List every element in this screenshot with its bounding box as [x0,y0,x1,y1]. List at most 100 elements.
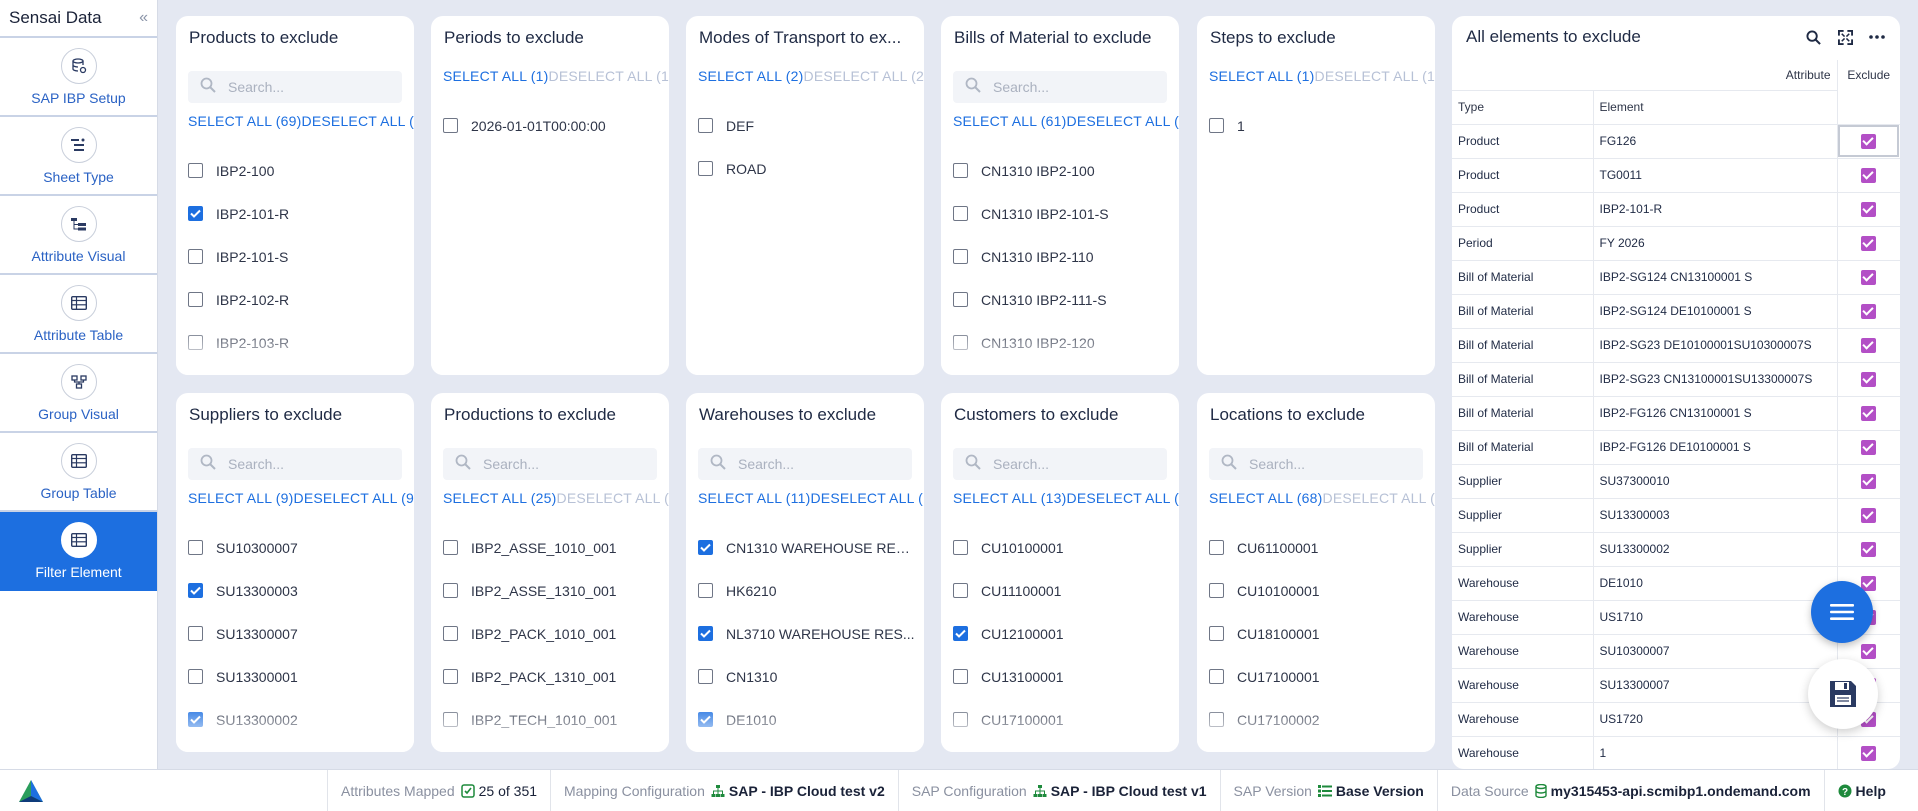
type-column-header[interactable]: Type [1452,90,1594,125]
sidebar-item-sheet-type[interactable]: Sheet Type [0,117,157,196]
checkbox[interactable] [188,712,203,727]
select-all-button[interactable]: SELECT ALL (2) [698,68,804,84]
checkbox[interactable] [953,669,968,684]
list-item[interactable]: SU13300001 [188,655,406,698]
checkbox[interactable] [698,161,713,176]
exclude-checkbox[interactable] [1861,167,1877,183]
checkbox[interactable] [698,669,713,684]
exclude-cell[interactable] [1837,396,1900,431]
fullscreen-icon[interactable] [1836,28,1854,46]
table-row[interactable]: Supplier SU37300010 [1452,464,1900,499]
list-item[interactable]: IBP2-110 [188,364,406,375]
sidebar-item-sap-ibp-setup[interactable]: SAP IBP Setup [0,38,157,117]
list-item[interactable]: CN1310 IBP2-100 [953,149,1171,192]
list-item[interactable]: CU17100002 [953,741,1171,752]
list-item[interactable]: CU12100001 [1209,741,1427,752]
checkbox[interactable] [188,335,203,350]
table-row[interactable]: Bill of Material IBP2-SG23 DE10100001SU10… [1452,328,1900,363]
list-item[interactable]: CN1310 WAREHOUSE RES... [698,526,916,569]
list-item[interactable]: CU18100001 [1209,612,1427,655]
checkbox[interactable] [953,249,968,264]
select-all-button[interactable]: SELECT ALL (13) [953,490,1067,506]
deselect-all-button[interactable]: DESELECT ALL (2) [804,68,924,84]
list-item[interactable]: 1 [1209,104,1427,147]
checkbox[interactable] [953,292,968,307]
checkbox[interactable] [1209,712,1224,727]
sidebar-item-filter-element[interactable]: Filter Element [0,512,157,591]
exclude-cell[interactable] [1837,498,1900,533]
checkbox[interactable] [953,540,968,555]
list-item[interactable]: IBP2-101-S [188,235,406,278]
mapping-configuration[interactable]: Mapping Configuration SAP - IBP Cloud te… [550,769,898,811]
checkbox[interactable] [1209,583,1224,598]
exclude-checkbox[interactable] [1861,201,1877,217]
exclude-checkbox[interactable] [1861,405,1877,421]
list-item[interactable]: IBP2-101-R [188,192,406,235]
checkbox[interactable] [188,163,203,178]
search-input[interactable] [993,456,1143,472]
deselect-all-button[interactable]: DESELECT ALL (6 [1323,490,1435,506]
list-item[interactable]: SU13300007 [188,612,406,655]
table-row[interactable]: Product IBP2-101-R [1452,192,1900,227]
select-all-button[interactable]: SELECT ALL (69) [188,113,302,129]
list-item[interactable]: CU61100001 [1209,526,1427,569]
table-row[interactable]: Bill of Material IBP2-SG124 DE10100001 S [1452,294,1900,329]
exclude-cell[interactable] [1837,464,1900,499]
checkbox[interactable] [188,249,203,264]
select-all-button[interactable]: SELECT ALL (1) [1209,68,1315,84]
checkbox[interactable] [188,292,203,307]
list-item[interactable]: CU11100001 [953,569,1171,612]
list-item[interactable]: US1710 [698,741,916,752]
checkbox[interactable] [698,583,713,598]
list-item[interactable]: IBP2-103-R [188,321,406,364]
search-input[interactable] [228,456,378,472]
exclude-cell[interactable] [1837,158,1900,193]
list-item[interactable]: DEF [698,104,916,147]
exclude-checkbox[interactable] [1861,439,1877,455]
list-item[interactable]: CU12100001 [953,612,1171,655]
table-row[interactable]: Supplier SU13300002 [1452,532,1900,567]
sidebar-item-attribute-table[interactable]: Attribute Table [0,275,157,354]
exclude-checkbox[interactable] [1861,643,1877,659]
checkbox[interactable] [953,335,968,350]
list-item[interactable]: IBP2_ASSE_1010_001 [443,526,661,569]
list-item[interactable]: CN1310 IBP2-120 [953,321,1171,364]
checkbox[interactable] [953,712,968,727]
select-all-button[interactable]: SELECT ALL (68) [1209,490,1323,506]
exclude-cell[interactable] [1837,328,1900,363]
select-all-button[interactable]: SELECT ALL (1) [443,68,549,84]
list-item[interactable]: CU17100001 [1209,655,1427,698]
list-item[interactable]: CN1310 IBP2-121-S [953,364,1171,375]
checkbox[interactable] [698,712,713,727]
list-item[interactable]: IBP2_ASSE_1310_001 [443,569,661,612]
search-input[interactable] [993,79,1143,95]
list-item[interactable]: IBP2_TECH_1010_001 [443,698,661,741]
list-item[interactable]: CN1310 IBP2-110 [953,235,1171,278]
exclude-checkbox[interactable] [1861,473,1877,489]
menu-fab-button[interactable] [1811,581,1873,643]
list-item[interactable]: CU17100002 [1209,698,1427,741]
collapse-sidebar-icon[interactable]: « [139,9,148,27]
checkbox[interactable] [1209,118,1224,133]
deselect-all-button[interactable]: DESELECT ALL (1) [549,68,669,84]
list-item[interactable]: CU17100001 [953,698,1171,741]
table-row[interactable]: Bill of Material IBP2-SG23 CN13100001SU13… [1452,362,1900,397]
list-item[interactable]: NL3710 WAREHOUSE RES... [698,612,916,655]
exclude-checkbox[interactable] [1861,269,1877,285]
checkbox[interactable] [1209,669,1224,684]
checkbox[interactable] [698,540,713,555]
exclude-cell[interactable] [1837,430,1900,465]
exclude-checkbox[interactable] [1861,575,1877,591]
exclude-checkbox[interactable] [1861,541,1877,557]
search-icon[interactable] [1804,28,1822,46]
search-input[interactable] [483,456,633,472]
deselect-all-button[interactable]: DESELECT ALL (9) [294,490,414,506]
deselect-all-button[interactable]: DESELECT ALL (11) [810,490,924,506]
deselect-all-button[interactable]: DESELECT ALL (61 [1067,113,1179,129]
search-input[interactable] [1249,456,1399,472]
list-item[interactable]: 2026-01-01T00:00:00 [443,104,661,147]
checkbox[interactable] [953,626,968,641]
exclude-cell[interactable] [1837,362,1900,397]
exclude-checkbox[interactable] [1861,745,1877,761]
exclude-checkbox[interactable] [1861,303,1877,319]
